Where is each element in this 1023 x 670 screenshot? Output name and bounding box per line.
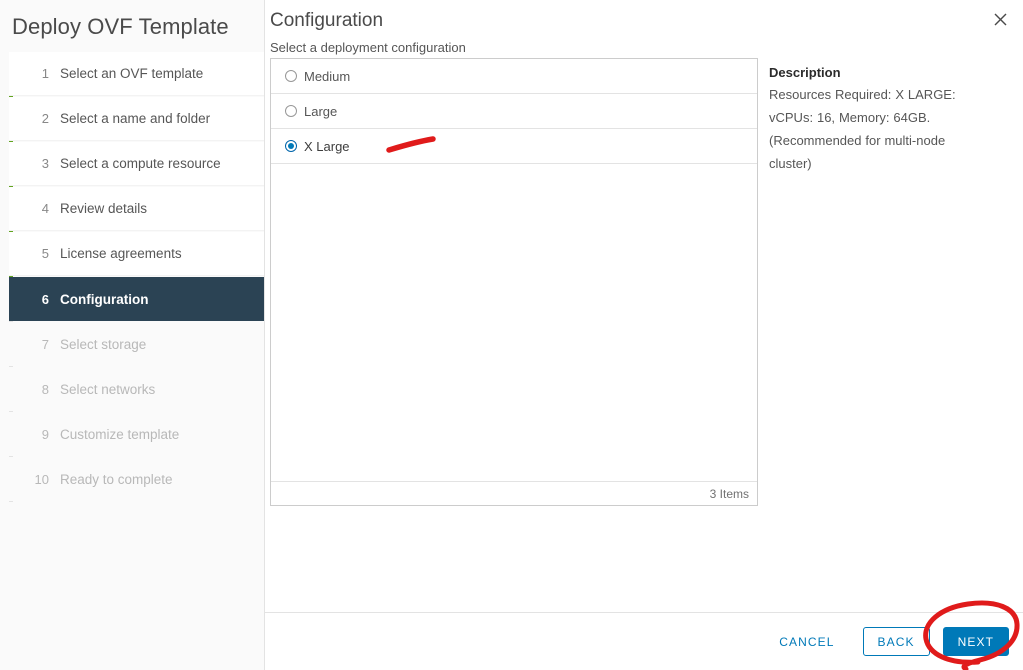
next-button[interactable]: NEXT bbox=[942, 627, 1009, 656]
deployment-configuration-list: Medium Large X Large 3 Items bbox=[270, 58, 758, 506]
step-number: 6 bbox=[41, 291, 49, 307]
wizard-content: Configuration Select a deployment config… bbox=[265, 0, 1023, 670]
configuration-option-x-large[interactable]: X Large bbox=[271, 129, 757, 164]
step-label: Select a compute resource bbox=[60, 156, 221, 171]
configuration-option-large[interactable]: Large bbox=[271, 94, 757, 129]
step-label: Configuration bbox=[60, 291, 149, 307]
step-label: Customize template bbox=[60, 426, 180, 442]
step-label: Review details bbox=[60, 201, 148, 216]
description-heading: Description bbox=[769, 65, 841, 80]
sidebar-step-license-agreements[interactable]: 5 License agreements bbox=[9, 232, 264, 276]
step-number: 2 bbox=[41, 111, 49, 126]
wizard-step-nav: 1 Select an OVF template 2 Select a name an… bbox=[0, 52, 264, 502]
description-panel: Description Resources Required: X LARGE:… bbox=[769, 58, 994, 175]
step-number: 1 bbox=[41, 66, 49, 81]
list-footer: 3 Items bbox=[271, 481, 757, 505]
configuration-option-rows: Medium Large X Large bbox=[271, 59, 757, 323]
sidebar-step-select-storage: 7 Select storage bbox=[9, 322, 264, 366]
back-button[interactable]: BACK bbox=[862, 627, 930, 656]
close-icon[interactable] bbox=[987, 6, 1013, 32]
step-label: License agreements bbox=[60, 246, 182, 261]
step-number: 4 bbox=[41, 201, 49, 216]
configuration-option-medium[interactable]: Medium bbox=[271, 59, 757, 94]
step-number: 7 bbox=[41, 336, 49, 352]
wizard-title: Deploy OVF Template bbox=[12, 14, 229, 39]
radio-button-icon[interactable] bbox=[285, 105, 297, 117]
sidebar-step-review-details[interactable]: 4 Review details bbox=[9, 187, 264, 231]
step-number: 9 bbox=[41, 426, 49, 442]
wizard-footer: CANCEL BACK NEXT bbox=[265, 612, 1023, 670]
step-label: Select storage bbox=[60, 336, 147, 352]
wizard-sidebar: Deploy OVF Template 1 Select an OVF templ… bbox=[0, 0, 265, 670]
sidebar-step-ready-to-complete: 10 Ready to complete bbox=[9, 457, 264, 501]
sidebar-step-select-an-ovf-template[interactable]: 1 Select an OVF template bbox=[9, 52, 264, 96]
step-number: 8 bbox=[41, 381, 49, 397]
step-number: 3 bbox=[41, 156, 49, 171]
list-empty-space bbox=[271, 323, 757, 482]
wizard-step-list: 1 Select an OVF template 2 Select a name an… bbox=[9, 52, 264, 501]
radio-button-icon[interactable] bbox=[285, 140, 297, 152]
step-label: Select an OVF template bbox=[60, 66, 204, 81]
configuration-option-label: Large bbox=[304, 103, 338, 119]
configuration-option-label: Medium bbox=[304, 68, 351, 84]
sidebar-step-select-networks: 8 Select networks bbox=[9, 367, 264, 411]
step-number: 10 bbox=[34, 471, 49, 487]
description-text: Resources Required: X LARGE: vCPUs: 16, … bbox=[769, 87, 956, 171]
step-label: Select networks bbox=[60, 381, 156, 397]
sidebar-step-customize-template: 9 Customize template bbox=[9, 412, 264, 456]
cancel-button[interactable]: CANCEL bbox=[765, 627, 848, 656]
step-label: Ready to complete bbox=[60, 471, 173, 487]
sidebar-step-configuration[interactable]: 6 Configuration bbox=[9, 277, 264, 321]
configuration-option-label: X Large bbox=[304, 138, 350, 154]
radio-button-icon[interactable] bbox=[285, 70, 297, 82]
configuration-panels: Medium Large X Large 3 Items Description R… bbox=[270, 58, 1023, 506]
page-title: Configuration bbox=[270, 10, 384, 31]
sidebar-step-select-a-compute-resource[interactable]: 3 Select a compute resource bbox=[9, 142, 264, 186]
sidebar-step-select-a-name-and-folder[interactable]: 2 Select a name and folder bbox=[9, 97, 264, 141]
deploy-ovf-template-wizard: Deploy OVF Template 1 Select an OVF templ… bbox=[0, 0, 1023, 670]
step-label: Select a name and folder bbox=[60, 111, 211, 126]
step-number: 5 bbox=[41, 246, 49, 261]
item-count-label: 3 Items bbox=[709, 486, 749, 501]
page-subtitle: Select a deployment configuration bbox=[270, 40, 466, 55]
